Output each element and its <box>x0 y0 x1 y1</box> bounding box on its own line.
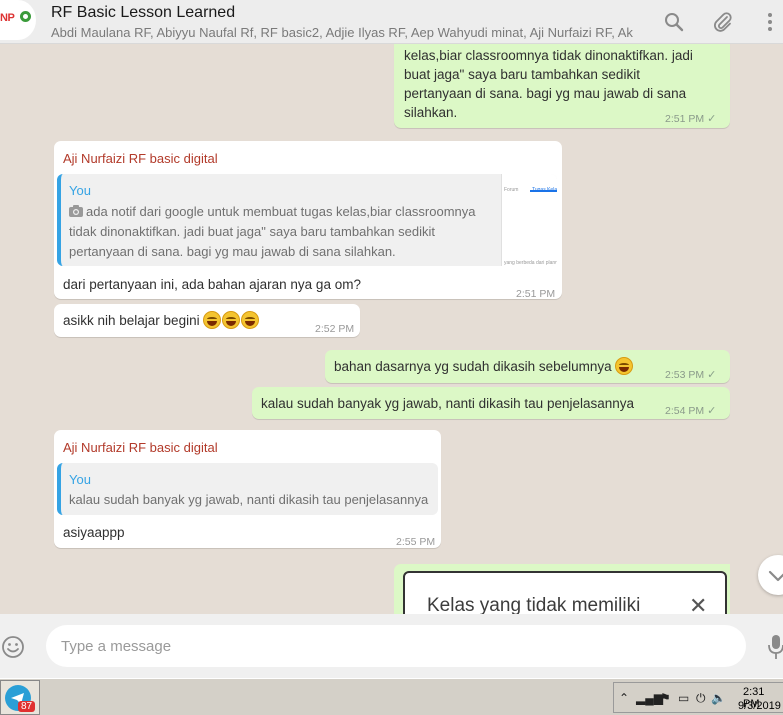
sender-name[interactable]: Aji Nurfaizi RF basic digital <box>63 149 218 168</box>
network-icon[interactable]: ▂▄▆ <box>636 691 663 705</box>
message-time: 2:54 PM ✓ <box>665 402 716 421</box>
outgoing-message[interactable]: kalau sudah banyak yg jawab, nanti dikas… <box>252 387 730 419</box>
gear-logo-icon <box>20 11 31 22</box>
windows-taskbar: 87 ⌃ ▂▄▆ ⚑ ▭ ⏻ 🔈 2:31 PM 9/3/2019 <box>0 678 783 715</box>
outgoing-message[interactable]: kelas,biar classroomnya tidak dinonaktif… <box>394 44 730 128</box>
message-line: silahkan. <box>404 105 458 120</box>
message-time: 2:53 PM ✓ <box>665 366 716 385</box>
message-text: dari pertanyaan ini, ada bahan ajaran ny… <box>63 277 361 292</box>
scroll-down-button[interactable] <box>758 555 783 595</box>
screenshot-preview[interactable]: Kelas yang tidak memiliki ✕ <box>403 571 727 614</box>
message-list[interactable]: kelas,biar classroomnya tidak dinonaktif… <box>0 44 783 614</box>
quote-line: tidak dinonaktifkan. jadi buat jaga" say… <box>69 224 435 239</box>
quote-thumbnail: Forum Tugas Kelas yang berbeda dari plan… <box>501 174 557 266</box>
quote-line: kalau sudah banyak yg jawab, nanti dikas… <box>69 492 429 507</box>
message-time: 2:51 PM ✓ <box>665 110 716 129</box>
image-message[interactable]: Kelas yang tidak memiliki ✕ <box>394 564 730 614</box>
read-check-icon: ✓ <box>707 369 717 381</box>
incoming-message[interactable]: asikk nih belajar begini 2:52 PM <box>54 304 360 337</box>
emoji-icon[interactable] <box>1 635 25 659</box>
action-center-flag-icon[interactable]: ⚑ <box>660 691 671 705</box>
tears-of-joy-emoji-icon <box>241 311 260 329</box>
incoming-message[interactable]: Aji Nurfaizi RF basic digital You ada no… <box>54 141 562 300</box>
microphone-icon[interactable] <box>768 634 783 660</box>
quoted-message[interactable]: You ada notif dari google untuk membuat … <box>57 174 557 266</box>
message-text: asiyaappp <box>63 525 125 540</box>
grinning-emoji-icon <box>615 357 634 375</box>
unread-badge: 87 <box>18 701 36 712</box>
avatar-logo-text: NP <box>0 12 15 24</box>
quoted-message[interactable]: You kalau sudah banyak yg jawab, nanti d… <box>57 463 438 515</box>
chat-title[interactable]: RF Basic Lesson Learned <box>51 4 235 22</box>
message-text: asikk nih belajar begini <box>63 311 260 330</box>
show-hidden-icons-icon[interactable]: ⌃ <box>619 691 629 705</box>
quote-author: You <box>69 183 91 198</box>
power-icon[interactable]: ⏻ <box>696 691 706 706</box>
message-text: kalau sudah banyak yg jawab, nanti dikas… <box>261 396 635 411</box>
search-icon[interactable] <box>662 10 686 34</box>
volume-icon[interactable]: 🔈 <box>711 691 726 705</box>
clock-date[interactable]: 9/3/2019 <box>738 700 781 712</box>
system-tray: ⌃ ▂▄▆ ⚑ ▭ ⏻ 🔈 2:31 PM 9/3/2019 <box>613 682 783 713</box>
message-time: 2:52 PM <box>315 323 355 335</box>
menu-icon[interactable] <box>758 10 782 34</box>
message-line: pertanyaan di sana. bagi yg mau jawab di… <box>404 86 687 101</box>
sender-name[interactable]: Aji Nurfaizi RF basic digital <box>63 438 218 457</box>
chevron-down-icon <box>768 570 783 582</box>
read-check-icon: ✓ <box>707 113 717 125</box>
telegram-taskbar-button[interactable]: 87 <box>0 680 40 715</box>
quote-line: pertanyaan di sana. bagi yg mau jawab di… <box>69 244 396 259</box>
message-input-box[interactable] <box>46 625 746 667</box>
display-icon[interactable]: ▭ <box>678 691 689 705</box>
chat-members[interactable]: Abdi Maulana RF, Abiyyu Naufal Rf, RF ba… <box>51 25 633 40</box>
attach-icon[interactable] <box>711 10 735 34</box>
incoming-message[interactable]: Aji Nurfaizi RF basic digital You kalau … <box>54 430 441 548</box>
chat-header[interactable]: NP RF Basic Lesson Learned Abdi Maulana … <box>0 0 783 44</box>
group-avatar[interactable]: NP <box>0 0 36 40</box>
message-time: 2:51 PM <box>516 288 556 300</box>
close-icon: ✕ <box>689 593 708 614</box>
tears-of-joy-emoji-icon <box>222 311 241 329</box>
read-check-icon: ✓ <box>707 405 717 417</box>
tears-of-joy-emoji-icon <box>203 311 222 329</box>
message-text: bahan dasarnya yg sudah dikasih sebelumn… <box>334 357 634 376</box>
message-input[interactable] <box>61 635 721 657</box>
quote-author: You <box>69 472 91 487</box>
quote-line: ada notif dari google untuk membuat tuga… <box>69 202 476 221</box>
camera-icon <box>69 205 83 217</box>
message-line: kelas,biar classroomnya tidak dinonaktif… <box>404 48 693 63</box>
message-line: buat jaga" saya baru tambahkan sedikit <box>404 67 640 82</box>
composer <box>0 614 783 678</box>
message-time: 2:55 PM <box>396 536 436 548</box>
card-title: Kelas yang tidak memiliki <box>427 595 641 614</box>
outgoing-message[interactable]: bahan dasarnya yg sudah dikasih sebelumn… <box>325 350 730 383</box>
